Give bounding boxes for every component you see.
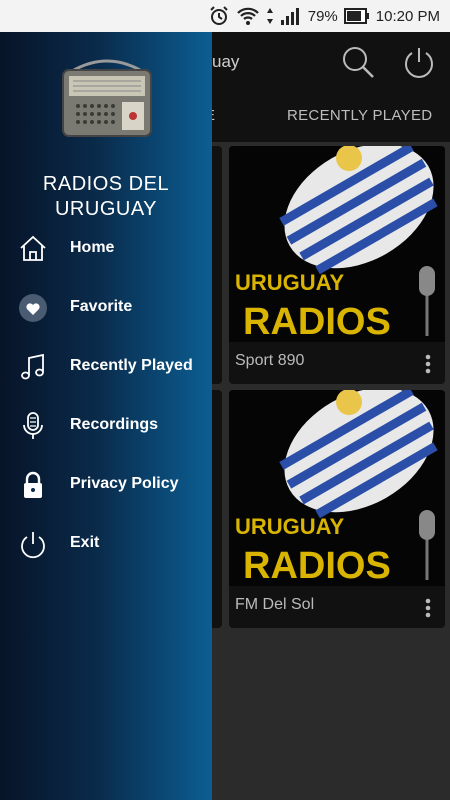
station-artwork: URUGUAY RADIOS [229, 390, 445, 586]
menu-item-exit[interactable]: Exit [0, 521, 212, 567]
wifi-icon [236, 6, 260, 26]
heart-icon [18, 293, 48, 323]
art-line1: URUGUAY [235, 514, 345, 539]
station-name: Sport 890 [235, 352, 305, 369]
app-brand: RADIOS DEL URUGUAY [0, 172, 212, 222]
menu-label: Privacy Policy [70, 475, 179, 492]
menu-label: Favorite [70, 298, 133, 315]
data-arrows-icon [266, 7, 274, 25]
app-title: uay [212, 52, 240, 71]
tab-recently-played[interactable]: RECENTLY PLAYED [287, 107, 432, 124]
menu-label: Home [70, 239, 115, 256]
music-note-icon [18, 352, 48, 382]
lock-icon [18, 470, 48, 500]
station-artwork: URUGUAY RADIOS [229, 146, 445, 342]
brand-line1: RADIOS DEL [42, 173, 170, 195]
power-icon [18, 529, 48, 559]
menu-label: Recordings [70, 416, 159, 433]
menu-item-privacy-policy[interactable]: Privacy Policy [0, 462, 212, 508]
signal-icon [280, 6, 302, 26]
more-options-icon[interactable] [425, 598, 431, 623]
station-card[interactable]: URUGUAY RADIOS Sport 890 [229, 146, 445, 384]
brand-line2: URUGUAY [54, 198, 158, 220]
battery-percent: 79% [307, 7, 338, 25]
menu-item-home[interactable]: Home [0, 226, 212, 272]
microphone-icon [18, 411, 48, 441]
power-icon[interactable] [402, 44, 436, 85]
menu-label: Recently Played [70, 357, 193, 374]
radio-logo-icon [60, 56, 154, 145]
art-line2: RADIOS [243, 301, 391, 342]
clock-time: 10:20 PM [375, 7, 440, 25]
menu-item-recordings[interactable]: Recordings [0, 403, 212, 449]
art-line1: URUGUAY [235, 270, 345, 295]
more-options-icon[interactable] [425, 354, 431, 379]
art-line2: RADIOS [243, 545, 391, 586]
menu-item-favorite[interactable]: Favorite [0, 285, 212, 331]
menu-item-recently-played[interactable]: Recently Played [0, 344, 212, 390]
home-icon [18, 234, 48, 264]
status-bar: 79% 10:20 PM [0, 0, 450, 32]
station-card[interactable]: URUGUAY RADIOS FM Del Sol [229, 390, 445, 628]
navigation-drawer: RADIOS DEL URUGUAY Home Favorite Recentl… [0, 32, 212, 800]
search-icon[interactable] [340, 44, 376, 85]
menu-label: Exit [70, 534, 100, 551]
alarm-icon [208, 5, 230, 27]
battery-icon [343, 8, 370, 24]
station-name: FM Del Sol [235, 596, 315, 613]
